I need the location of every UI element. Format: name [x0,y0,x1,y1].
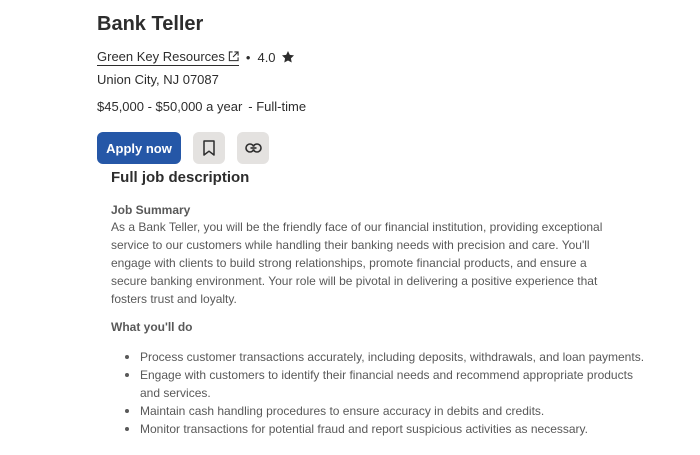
duties-list: Process customer transactions accurately… [111,348,650,438]
list-item: Monitor transactions for potential fraud… [125,420,650,438]
list-item: Maintain cash handling procedures to ens… [125,402,650,420]
company-name: Green Key Resources [97,48,225,64]
bookmark-icon [203,140,215,156]
salary: $45,000 - $50,000 a year [97,99,243,114]
what-youll-do-label: What you'll do [111,320,193,334]
separator-dot: • [245,49,251,65]
company-link[interactable]: Green Key Resources [97,49,239,66]
external-link-icon [228,50,239,61]
list-item: Process customer transactions accurately… [125,348,650,366]
save-job-button[interactable] [193,132,225,164]
company-rating: 4.0 [257,49,276,65]
salary-row: $45,000 - $50,000 a year - Full-time [97,99,306,114]
job-summary-label: Job Summary [111,203,191,217]
copy-link-button[interactable] [237,132,269,164]
job-location: Union City, NJ 07087 [97,72,219,87]
job-type: - Full-time [248,99,307,114]
apply-now-button[interactable]: Apply now [97,132,181,164]
star-icon [281,50,295,64]
link-icon [244,143,262,153]
company-rating-row: Green Key Resources • 4.0 [97,47,295,67]
job-title: Bank Teller [97,13,204,35]
action-buttons: Apply now [97,132,269,164]
job-summary-text: As a Bank Teller, you will be the friend… [111,220,603,306]
full-job-description-heading: Full job description [111,169,250,186]
list-item: Engage with customers to identify their … [125,366,650,402]
